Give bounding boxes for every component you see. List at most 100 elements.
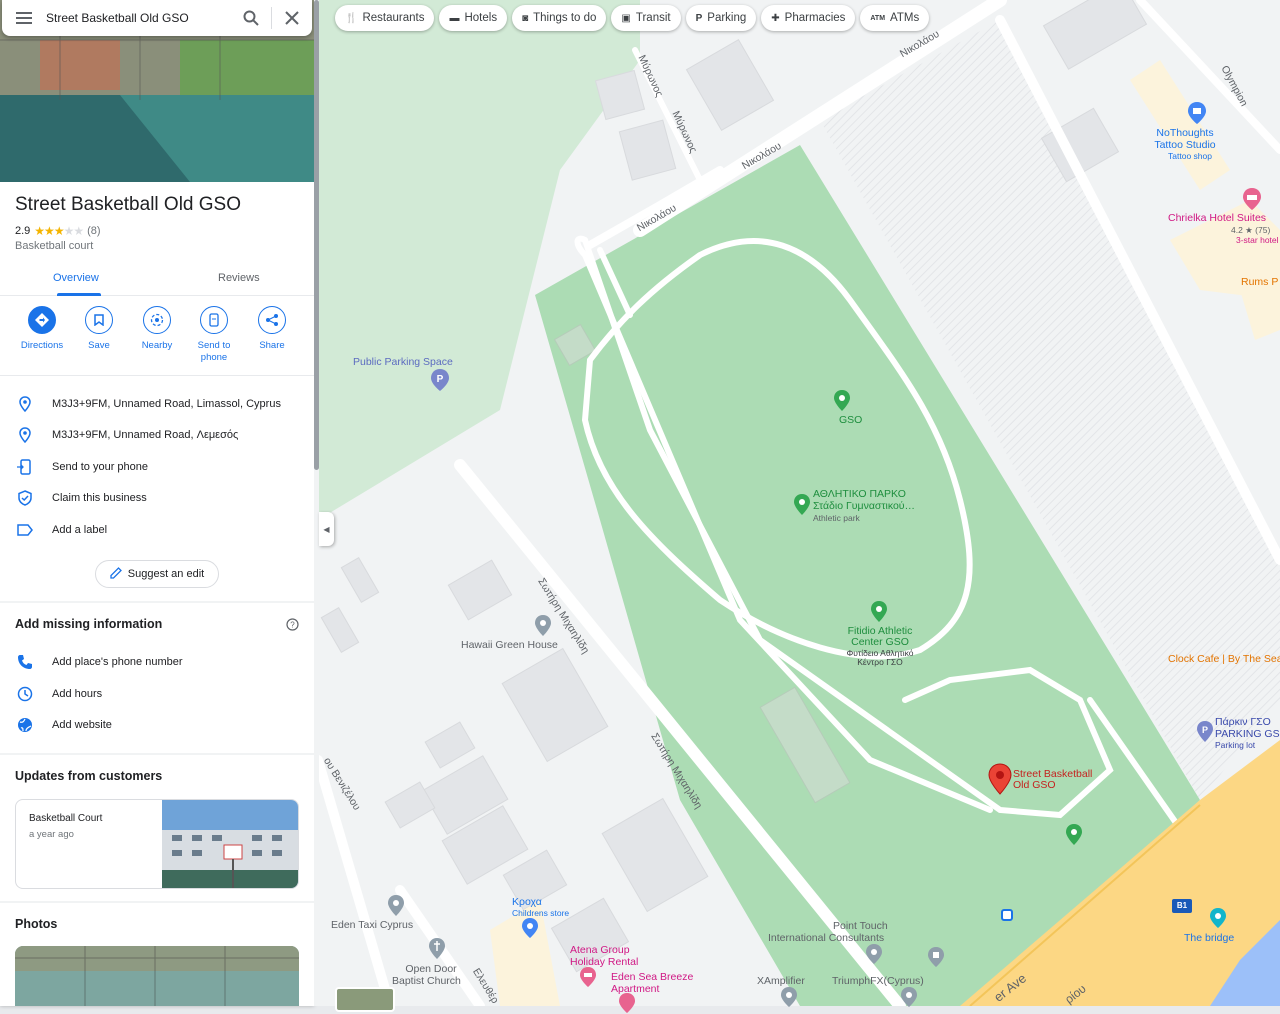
- location-pin-icon: [0, 396, 52, 412]
- atm-icon: ATM: [870, 14, 886, 22]
- hotel-pin-icon[interactable]: [618, 992, 636, 1014]
- place-label-open-door[interactable]: Open Door: [404, 963, 458, 975]
- place-label-gso[interactable]: GSO: [839, 414, 862, 426]
- place-sublabel: Athletic park: [813, 513, 860, 523]
- update-card-photo[interactable]: [162, 800, 298, 888]
- save-label: Save: [88, 340, 110, 351]
- send-to-phone-button[interactable]: Send to phone: [184, 306, 244, 364]
- park-pin-icon[interactable]: [833, 389, 851, 413]
- clock-icon: [0, 686, 52, 702]
- phone-icon: [0, 654, 52, 670]
- update-card[interactable]: Basketball Court a year ago: [15, 799, 299, 889]
- chip-parking[interactable]: P Parking: [685, 5, 757, 31]
- place-label-point-touch[interactable]: Point Touch: [833, 920, 888, 932]
- hotel-pin-icon[interactable]: [1242, 187, 1262, 211]
- tab-overview[interactable]: Overview: [53, 272, 99, 284]
- menu-icon[interactable]: [2, 0, 46, 36]
- place-pin-icon[interactable]: [387, 894, 405, 918]
- chip-restaurants[interactable]: 🍴 Restaurants: [335, 5, 435, 31]
- address-text: M3J3+9FM, Unnamed Road, Limassol, Cyprus: [52, 398, 281, 410]
- search-icon[interactable]: [231, 0, 271, 36]
- help-icon[interactable]: ?: [286, 618, 299, 636]
- address-local-text: M3J3+9FM, Unnamed Road, Λεμεσός: [52, 429, 239, 441]
- place-label-eden-taxi[interactable]: Eden Taxi Cyprus: [331, 919, 413, 931]
- place-label-hawaii[interactable]: Hawaii Green House: [461, 639, 558, 651]
- search-input[interactable]: Street Basketball Old GSO: [46, 11, 231, 25]
- claim-business-text: Claim this business: [52, 492, 147, 504]
- add-website-row[interactable]: Add website: [0, 711, 314, 739]
- scrollbar-thumb[interactable]: [314, 0, 319, 470]
- place-label-eden-sea[interactable]: Eden Sea Breeze: [611, 971, 693, 983]
- add-label-row[interactable]: Add a label: [0, 516, 314, 544]
- review-count[interactable]: (8): [87, 225, 100, 237]
- place-label-rums[interactable]: Rums P: [1241, 276, 1278, 288]
- send-to-phone-row[interactable]: Send to your phone: [0, 453, 314, 481]
- fork-knife-icon: 🍴: [345, 12, 358, 24]
- chip-pharmacies[interactable]: ✚ Pharmacies: [761, 5, 856, 31]
- bus-stop-icon[interactable]: [1001, 909, 1013, 921]
- place-label-parking-gso[interactable]: Πάρκιν ΓΣΟ: [1215, 716, 1271, 728]
- tab-reviews[interactable]: Reviews: [218, 272, 260, 284]
- parking-icon: P: [695, 12, 703, 24]
- chip-transit[interactable]: ▣ Transit: [611, 5, 681, 31]
- parking-pin-icon[interactable]: P: [1196, 720, 1214, 744]
- tourist-pin-icon[interactable]: [1209, 907, 1227, 929]
- place-label-athletic-park[interactable]: ΑΘΛΗΤΙΚΟ ΠΑΡΚΟ: [813, 488, 906, 500]
- place-label-atena[interactable]: Atena Group: [570, 944, 630, 956]
- nearby-button[interactable]: Nearby: [127, 306, 187, 352]
- park-pin-icon[interactable]: [793, 493, 811, 517]
- chip-hotels[interactable]: ▬ Hotels: [439, 5, 508, 31]
- church-pin-icon[interactable]: [428, 937, 446, 961]
- shopping-pin-icon[interactable]: [1187, 101, 1207, 125]
- shopping-pin-icon[interactable]: [521, 917, 539, 939]
- place-category[interactable]: Basketball court: [15, 240, 93, 252]
- location-pin-icon: [0, 427, 52, 443]
- place-pin-icon[interactable]: [927, 946, 945, 968]
- parking-pin-icon[interactable]: P: [430, 368, 450, 392]
- chip-things-to-do[interactable]: ◙ Things to do: [512, 5, 607, 31]
- claim-business-row[interactable]: Claim this business: [0, 484, 314, 512]
- chip-atms[interactable]: ATM ATMs: [860, 5, 930, 31]
- collapse-sidebar-button[interactable]: ◀: [319, 512, 334, 546]
- place-sublabel: Parking lot: [1215, 740, 1256, 750]
- place-title: Street Basketball Old GSO: [15, 194, 241, 215]
- save-button[interactable]: Save: [69, 306, 129, 352]
- place-label-nothoughts[interactable]: NoThoughts: [1150, 127, 1220, 139]
- share-button[interactable]: Share: [242, 306, 302, 352]
- address-row[interactable]: M3J3+9FM, Unnamed Road, Limassol, Cyprus: [0, 390, 314, 418]
- suggest-edit-button[interactable]: Suggest an edit: [95, 560, 219, 588]
- place-pin-icon[interactable]: [900, 986, 918, 1008]
- bus-icon: ▣: [621, 12, 631, 24]
- rating-row[interactable]: 2.9 ★★★★★ (8): [15, 224, 101, 238]
- photo-thumbnail[interactable]: [15, 946, 299, 1006]
- place-pin-icon[interactable]: [534, 614, 552, 638]
- park-pin-icon[interactable]: [1065, 823, 1083, 847]
- place-label-street-basketball-2: Old GSO: [1013, 779, 1056, 791]
- park-pin-icon[interactable]: [870, 600, 888, 624]
- action-buttons: Directions Save Nearby Send to phone Sha…: [0, 306, 314, 374]
- layers-button[interactable]: [335, 987, 395, 1012]
- selected-place-marker-icon[interactable]: [988, 763, 1012, 795]
- address-local-row[interactable]: M3J3+9FM, Unnamed Road, Λεμεσός: [0, 421, 314, 449]
- place-label-public-parking[interactable]: Public Parking Space: [353, 356, 453, 368]
- chevron-left-icon: ◀: [323, 524, 330, 534]
- add-phone-row[interactable]: Add place's phone number: [0, 648, 314, 676]
- directions-button[interactable]: Directions: [12, 306, 72, 352]
- place-label-chrielka[interactable]: Chrielka Hotel Suites: [1168, 212, 1266, 224]
- add-hours-row[interactable]: Add hours: [0, 680, 314, 708]
- add-website-text: Add website: [52, 719, 112, 731]
- divider: [0, 601, 314, 603]
- search-box[interactable]: Street Basketball Old GSO: [2, 0, 312, 36]
- add-phone-text: Add place's phone number: [52, 656, 183, 668]
- close-icon[interactable]: [272, 0, 312, 36]
- shield-check-icon: [0, 490, 52, 506]
- divider: [0, 901, 314, 903]
- place-label-clock-cafe[interactable]: Clock Cafe | By The Sea: [1168, 653, 1280, 665]
- place-label-the-bridge[interactable]: The bridge: [1184, 932, 1234, 944]
- svg-text:P: P: [1202, 725, 1208, 735]
- hotel-pin-icon[interactable]: [579, 966, 597, 988]
- place-pin-icon[interactable]: [865, 943, 883, 965]
- updates-title: Updates from customers: [15, 769, 163, 783]
- sidebar-scrollbar[interactable]: [314, 0, 319, 1006]
- place-pin-icon[interactable]: [780, 986, 798, 1008]
